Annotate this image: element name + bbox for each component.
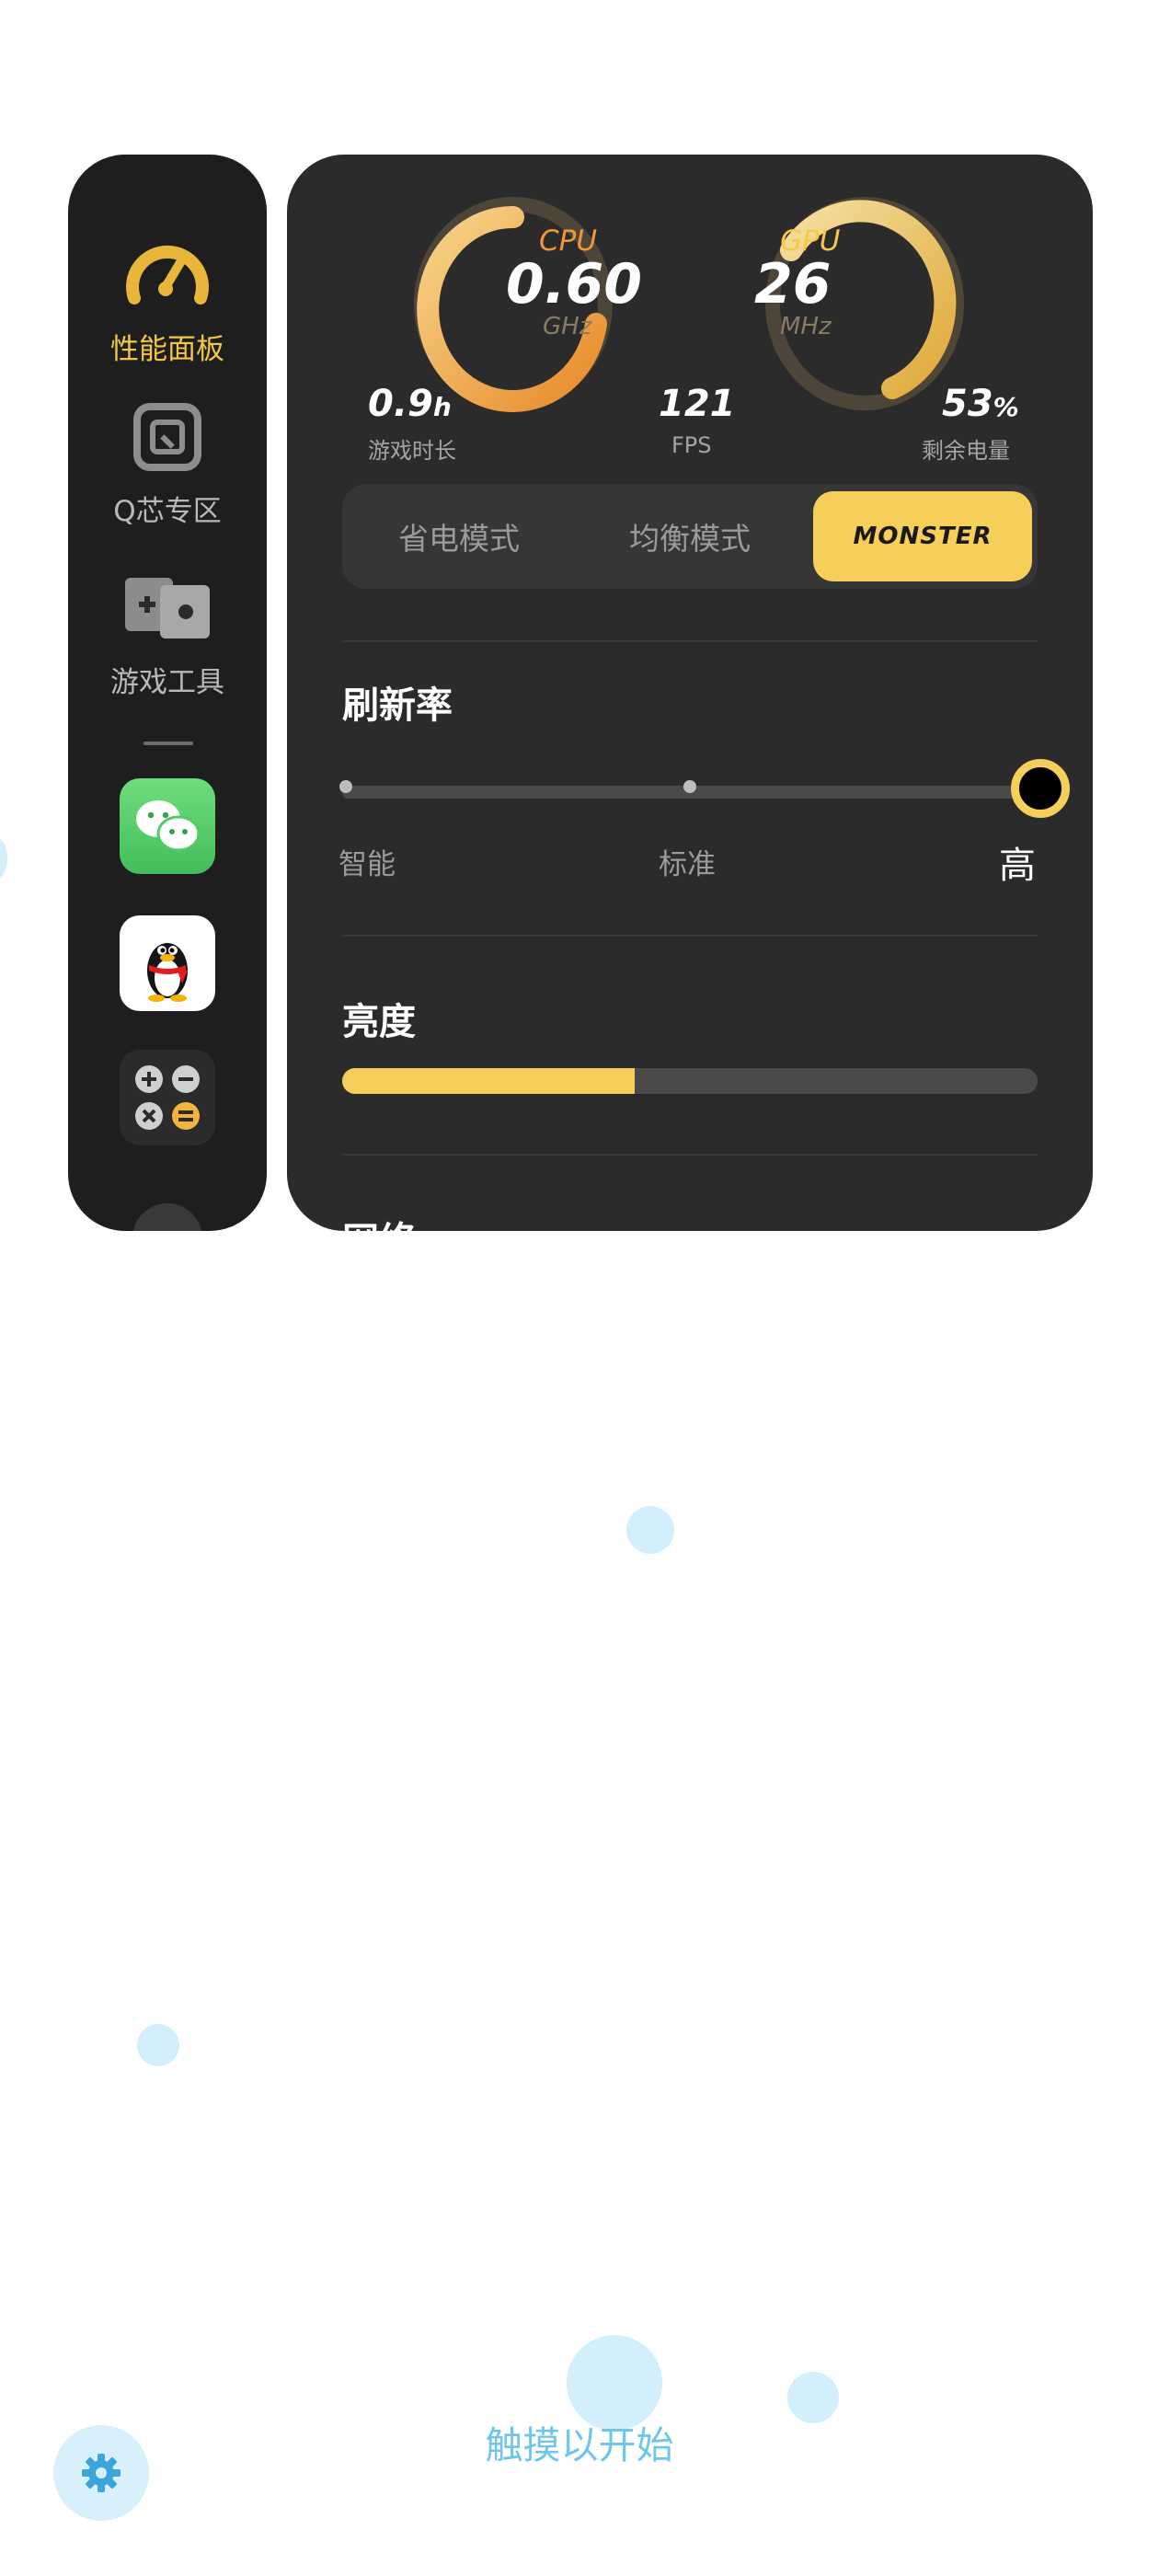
sidebar-item-q-chip[interactable]: Q芯专区 xyxy=(68,403,267,529)
speedometer-icon xyxy=(126,245,209,305)
battery-label: 剩余电量 xyxy=(922,438,1010,464)
brightness-slider-fill xyxy=(342,1068,635,1094)
refresh-rate-option-standard[interactable]: 标准 xyxy=(659,841,716,882)
touch-to-start-hint[interactable]: 触摸以开始 xyxy=(0,2414,1159,2469)
background-bubble xyxy=(137,2024,179,2066)
sidebar-item-label: 游戏工具 xyxy=(110,666,224,699)
game-sidebar: 性能面板 Q芯专区 游戏工具 xyxy=(68,155,267,1231)
brightness-title: 亮度 xyxy=(342,1001,416,1043)
battery-value: 53% xyxy=(942,383,1019,425)
refresh-rate-stop[interactable] xyxy=(339,780,352,793)
gpu-unit: MHz xyxy=(780,313,832,340)
background-bubble xyxy=(626,1506,674,1554)
mode-balanced-button[interactable]: 均衡模式 xyxy=(580,491,799,581)
sidebar-more-app[interactable] xyxy=(132,1203,202,1231)
qq-icon[interactable] xyxy=(120,915,215,1011)
refresh-rate-option-high[interactable]: 高 xyxy=(999,835,1036,889)
gamepad-icon xyxy=(125,578,210,638)
refresh-rate-stop[interactable] xyxy=(683,780,696,793)
gear-icon xyxy=(82,2454,120,2492)
refresh-rate-option-smart[interactable]: 智能 xyxy=(339,841,396,882)
section-divider xyxy=(342,935,1038,937)
sidebar-item-label: 性能面板 xyxy=(110,333,224,366)
mode-monster-button[interactable]: MONSTER xyxy=(813,491,1032,581)
sidebar-item-label: Q芯专区 xyxy=(113,495,222,528)
game-duration-label: 游戏时长 xyxy=(368,438,456,464)
performance-mode-selector: 省电模式 均衡模式 MONSTER xyxy=(342,484,1038,589)
settings-button[interactable] xyxy=(53,2425,149,2521)
section-divider xyxy=(342,640,1038,642)
fps-label: FPS xyxy=(671,432,712,458)
q-chip-icon xyxy=(133,403,201,471)
mode-power-saving-button[interactable]: 省电模式 xyxy=(350,491,568,581)
sidebar-item-game-tools[interactable]: 游戏工具 xyxy=(68,578,267,700)
calculator-icon[interactable] xyxy=(120,1050,215,1145)
sidebar-item-performance[interactable]: 性能面板 xyxy=(68,234,267,367)
refresh-rate-title: 刷新率 xyxy=(342,684,453,727)
brightness-slider[interactable] xyxy=(342,1068,1038,1094)
wechat-icon[interactable] xyxy=(120,778,215,874)
gpu-frequency: 26 xyxy=(754,252,832,316)
game-duration-value: 0.9h xyxy=(368,383,452,425)
cpu-frequency: 0.60 xyxy=(506,252,643,316)
fps-value: 121 xyxy=(659,383,736,425)
cpu-unit: GHz xyxy=(543,313,592,340)
refresh-rate-slider-knob[interactable] xyxy=(1011,759,1070,818)
background-bubble xyxy=(0,837,7,880)
section-divider xyxy=(342,1154,1038,1156)
network-title: 网络 xyxy=(342,1211,416,1231)
performance-panel: CPU 0.60 GHz GPU 26 MHz 0.9h 游戏时长 121 FP… xyxy=(287,155,1093,1231)
sidebar-divider xyxy=(143,742,193,745)
